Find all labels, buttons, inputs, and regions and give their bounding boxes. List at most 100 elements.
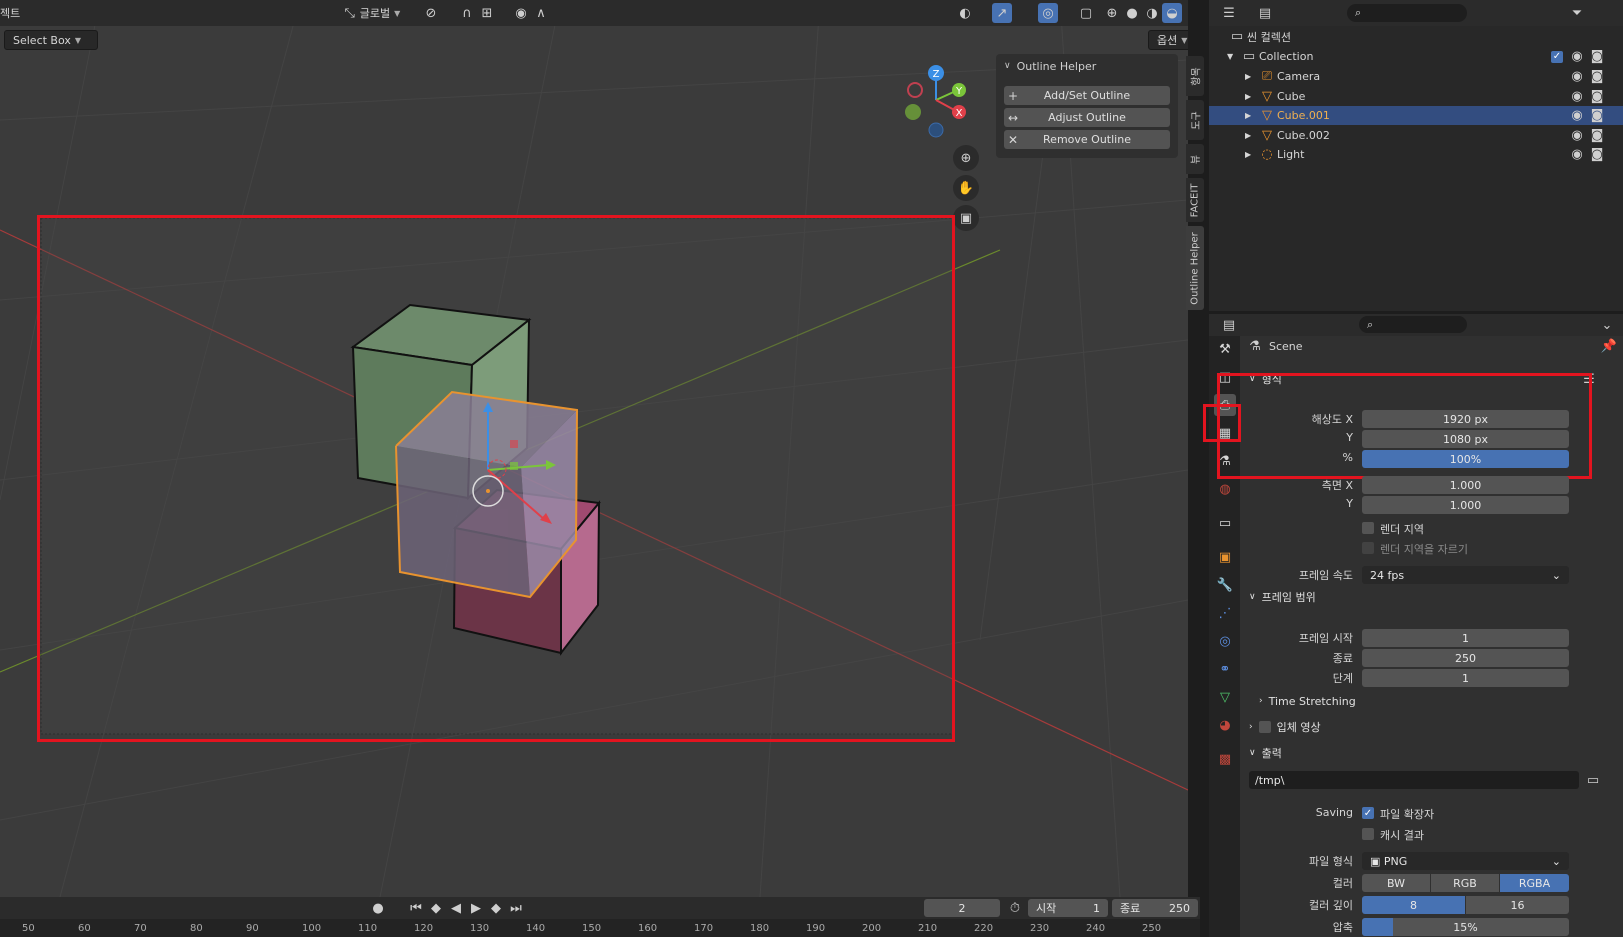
collection-row[interactable]: ▼ ▭ Collection ✓ ◉ ◙: [1209, 47, 1623, 66]
cache-result-checkbox[interactable]: [1362, 828, 1374, 840]
frame-ruler[interactable]: 50 60 70 80 90 100 110 120 130 140 150 160 170 180 190…: [0, 921, 1200, 937]
expand-arrow-icon[interactable]: ▶: [1245, 92, 1257, 101]
camera-icon[interactable]: ◙: [1587, 47, 1607, 67]
play-icon[interactable]: ▶: [466, 898, 486, 918]
color-depth-8-button[interactable]: 8: [1362, 896, 1465, 914]
jump-start-icon[interactable]: ⏮: [406, 898, 426, 918]
camera-icon[interactable]: ◙: [1587, 106, 1607, 126]
camera-view-button[interactable]: ▣: [953, 205, 979, 231]
expand-arrow-icon[interactable]: ▶: [1245, 111, 1257, 120]
editor-type-icon[interactable]: ☰: [1219, 3, 1239, 23]
snap-dropdown[interactable]: ∩ ⊞: [452, 3, 502, 23]
aspect-x-field[interactable]: 1.000: [1362, 476, 1569, 494]
transform-orientation-dropdown[interactable]: ⤡ 글로벌 ▼: [330, 3, 410, 23]
compression-slider[interactable]: 15%: [1362, 918, 1569, 936]
pan-button[interactable]: ✋: [953, 175, 979, 201]
color-rgb-button[interactable]: RGB: [1431, 874, 1499, 892]
add-set-outline-button[interactable]: + Add/Set Outline: [1004, 86, 1170, 105]
exclude-checkbox[interactable]: ✓: [1551, 50, 1563, 63]
properties-editor[interactable]: ▤ ⌕ ⌄ ⚒ ◫ ⎙ ▦ ⚗ ◍ ▭ ▣ 🔧 ⋰ ◎ ⚭ ▽ ◕ ▩ ⚗ Sc…: [1203, 314, 1623, 937]
jump-end-icon[interactable]: ⏭: [506, 898, 526, 918]
outliner-item-cube-001[interactable]: ▶ ▽ Cube.001 ◉ ◙: [1209, 106, 1623, 125]
playback-controls[interactable]: ⏮ ◆ ◀ ▶ ◆ ⏭: [404, 900, 528, 916]
frame-start-field[interactable]: 1: [1362, 629, 1569, 647]
editor-type-icon[interactable]: ▤: [1219, 315, 1239, 335]
aspect-y-field[interactable]: 1.000: [1362, 496, 1569, 514]
color-depth-16-button[interactable]: 16: [1466, 896, 1569, 914]
display-mode-icon[interactable]: ▤: [1255, 3, 1275, 23]
modifier-tab-icon[interactable]: 🔧: [1214, 574, 1236, 596]
end-frame-field[interactable]: 종료 250: [1112, 899, 1198, 917]
expand-arrow-icon[interactable]: ▶: [1245, 72, 1257, 81]
overlay-toggle[interactable]: ◎: [1028, 3, 1068, 23]
options-dropdown[interactable]: 옵션 ▼: [1148, 30, 1188, 50]
next-keyframe-icon[interactable]: ◆: [486, 898, 506, 918]
tab-tool[interactable]: 도구: [1186, 100, 1204, 140]
material-tab-icon[interactable]: ◕: [1214, 714, 1236, 736]
frame-range-panel-header[interactable]: ∨ 프레임 범위: [1245, 586, 1619, 608]
stereoscopy-checkbox[interactable]: [1258, 721, 1271, 733]
particles-tab-icon[interactable]: ⋰: [1214, 602, 1236, 624]
shading-mode-selector[interactable]: ⊕ ● ◑ ◒: [1100, 3, 1184, 23]
eye-icon[interactable]: ◉: [1567, 86, 1587, 106]
outliner-item-cube[interactable]: ▶ ▽ Cube ◉ ◙: [1209, 87, 1623, 106]
proportional-edit-dropdown[interactable]: ◉ ∧: [506, 3, 556, 23]
navigation-gizmo[interactable]: Z Y X: [896, 62, 976, 142]
eye-icon[interactable]: ◉: [1567, 145, 1587, 165]
output-path-input[interactable]: /tmp\: [1249, 771, 1579, 789]
adjust-outline-button[interactable]: ↔ Adjust Outline: [1004, 108, 1170, 127]
properties-search-input[interactable]: ⌕: [1359, 316, 1467, 333]
scene-collection-row[interactable]: ▭ 씬 컬렉션: [1209, 27, 1623, 46]
xray-toggle[interactable]: ▢: [1076, 3, 1096, 23]
solid-shading-icon[interactable]: ●: [1122, 3, 1142, 23]
output-panel-header[interactable]: ∨ 출력: [1245, 742, 1619, 764]
zoom-button[interactable]: ⊕: [953, 145, 979, 171]
object-tab-icon[interactable]: ▣: [1214, 546, 1236, 568]
camera-icon[interactable]: ◙: [1587, 145, 1607, 165]
data-tab-icon[interactable]: ▽: [1214, 686, 1236, 708]
camera-icon[interactable]: ◙: [1587, 67, 1607, 87]
expand-arrow-icon[interactable]: ▼: [1227, 52, 1239, 61]
tab-view[interactable]: 뷰: [1186, 144, 1204, 174]
remove-outline-button[interactable]: ✕ Remove Outline: [1004, 130, 1170, 149]
eye-icon[interactable]: ◉: [1567, 106, 1587, 126]
file-format-dropdown[interactable]: ▣ PNG ⌄: [1362, 852, 1569, 870]
camera-icon[interactable]: ◙: [1587, 86, 1607, 106]
chevron-down-icon[interactable]: ⌄: [1597, 315, 1617, 335]
timeline[interactable]: ● ⏮ ◆ ◀ ▶ ◆ ⏭ 2 ⏱ 시작 1 종료 250 50 60 70 80 90 10…: [0, 897, 1200, 937]
outliner-search-input[interactable]: ⌕: [1347, 4, 1467, 22]
texture-tab-icon[interactable]: ▩: [1214, 748, 1236, 770]
prev-keyframe-icon[interactable]: ◆: [426, 898, 446, 918]
frame-step-field[interactable]: 1: [1362, 669, 1569, 687]
crop-region-checkbox[interactable]: [1362, 542, 1374, 554]
visibility-dropdown[interactable]: ◐: [950, 3, 980, 23]
eye-icon[interactable]: ◉: [1567, 125, 1587, 145]
expand-arrow-icon[interactable]: ▶: [1245, 131, 1257, 140]
3d-viewport[interactable]: 젝트 Select Box ▼ ⤡ 글로벌 ▼ ⊘ ∩ ⊞ ◉ ∧ ◐ ↗ ◎ ▢ ⊕ ●…: [0, 0, 1188, 897]
tab-outline-helper[interactable]: Outline Helper: [1186, 226, 1204, 310]
color-rgba-button[interactable]: RGBA: [1500, 874, 1569, 892]
camera-icon[interactable]: ◙: [1587, 125, 1607, 145]
outliner[interactable]: ☰ ▤ ⌕ ⏷ ▭ 씬 컬렉션 ▼ ▭ Collection ✓ ◉ ◙ ▶ ⎚ C…: [1209, 0, 1623, 311]
wireframe-shading-icon[interactable]: ⊕: [1102, 3, 1122, 23]
frame-rate-dropdown[interactable]: 24 fps ⌄: [1362, 566, 1569, 584]
autokey-toggle[interactable]: ●: [360, 900, 396, 916]
outliner-item-cube-002[interactable]: ▶ ▽ Cube.002 ◉ ◙: [1209, 126, 1623, 145]
eye-icon[interactable]: ◉: [1567, 67, 1587, 87]
time-stretching-subpanel[interactable]: › Time Stretching: [1259, 690, 1559, 712]
folder-icon[interactable]: ▭: [1583, 770, 1603, 790]
outliner-item-camera[interactable]: ▶ ⎚ Camera ◉ ◙: [1209, 67, 1623, 86]
tool-tab-icon[interactable]: ⚒: [1214, 338, 1236, 360]
render-region-checkbox[interactable]: [1362, 522, 1374, 534]
stopwatch-icon[interactable]: ⏱: [1005, 898, 1025, 918]
material-shading-icon[interactable]: ◑: [1142, 3, 1162, 23]
color-bw-button[interactable]: BW: [1362, 874, 1430, 892]
constraints-tab-icon[interactable]: ⚭: [1214, 658, 1236, 680]
filter-icon[interactable]: ⏷: [1567, 3, 1587, 23]
stereoscopy-panel-header[interactable]: › 입체 영상: [1245, 716, 1619, 738]
file-extension-checkbox[interactable]: ✓: [1362, 807, 1374, 819]
gizmo-toggle[interactable]: ↗: [982, 3, 1022, 23]
tab-faceit[interactable]: FACEIT: [1186, 178, 1204, 222]
rendered-shading-icon[interactable]: ◒: [1162, 3, 1182, 23]
start-frame-field[interactable]: 시작 1: [1028, 899, 1108, 917]
